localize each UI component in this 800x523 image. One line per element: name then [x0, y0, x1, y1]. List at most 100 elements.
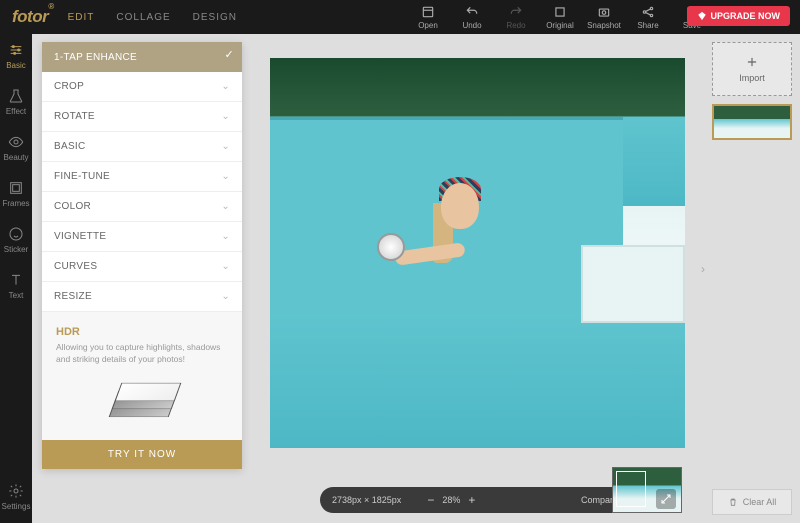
- tool-frames-label: Frames: [2, 199, 29, 208]
- zoom-level: 28%: [442, 495, 460, 505]
- tab-design[interactable]: DESIGN: [193, 12, 237, 23]
- tool-effect[interactable]: Effect: [0, 88, 32, 116]
- canvas-area[interactable]: [270, 58, 685, 448]
- basic-panel: 1-Tap Enhance Crop ⌄ Rotate ⌄ Basic ⌄ Fine-…: [42, 42, 242, 469]
- redo-label: Redo: [506, 21, 525, 30]
- text-icon: [8, 272, 24, 288]
- zoom-out-button[interactable]: −: [427, 493, 434, 507]
- tool-basic-label: Basic: [6, 61, 26, 70]
- expand-navigator-button[interactable]: [656, 489, 676, 509]
- import-label: Import: [739, 73, 765, 83]
- top-bar: fotor® EDIT COLLAGE DESIGN Open Undo Red…: [0, 0, 800, 34]
- tool-frames[interactable]: Frames: [0, 180, 32, 208]
- chevron-down-icon: ⌄: [221, 171, 230, 182]
- row-label: Basic: [54, 141, 86, 152]
- snapshot-button[interactable]: Snapshot: [583, 5, 625, 30]
- panel-resize[interactable]: Resize ⌄: [42, 282, 242, 312]
- undo-icon: [465, 5, 479, 19]
- flask-icon: [8, 88, 24, 104]
- chevron-down-icon: ⌄: [221, 231, 230, 242]
- undo-button[interactable]: Undo: [451, 5, 493, 30]
- edited-photo: [270, 58, 685, 448]
- row-label: Crop: [54, 81, 84, 92]
- undo-label: Undo: [462, 21, 481, 30]
- row-label: Vignette: [54, 231, 106, 242]
- hdr-layers-icon: [107, 374, 177, 424]
- tool-sticker-label: Sticker: [4, 245, 28, 254]
- row-label: Curves: [54, 261, 97, 272]
- upgrade-button[interactable]: UPGRADE NOW: [687, 6, 791, 26]
- row-label: Fine-Tune: [54, 171, 110, 182]
- row-label: 1-Tap Enhance: [54, 52, 137, 63]
- hdr-description: Allowing you to capture highlights, shad…: [56, 342, 228, 366]
- panel-vignette[interactable]: Vignette ⌄: [42, 222, 242, 252]
- tool-beauty[interactable]: Beauty: [0, 134, 32, 162]
- status-bar: 2738px × 1825px − 28% + Compare: [320, 487, 630, 513]
- clear-all-label: Clear All: [743, 497, 777, 507]
- snapshot-label: Snapshot: [587, 21, 621, 30]
- trash-icon: [728, 497, 738, 507]
- upgrade-label: UPGRADE NOW: [711, 11, 781, 21]
- panel-basic[interactable]: Basic ⌄: [42, 132, 242, 162]
- share-label: Share: [637, 21, 658, 30]
- chevron-down-icon: ⌄: [221, 261, 230, 272]
- panel-curves[interactable]: Curves ⌄: [42, 252, 242, 282]
- brand-text: fotor: [12, 7, 48, 26]
- panel-color[interactable]: Color⌄: [42, 192, 242, 222]
- viewport-box[interactable]: [616, 471, 646, 507]
- redo-button[interactable]: Redo: [495, 5, 537, 30]
- toolbar-icons: Open Undo Redo Original Snapshot Share S…: [407, 5, 713, 30]
- tab-edit[interactable]: EDIT: [68, 12, 95, 23]
- chevron-down-icon: ⌄: [221, 291, 230, 302]
- sliders-icon: [8, 42, 24, 58]
- eye-icon: [8, 134, 24, 150]
- left-toolbar: Basic Effect Beauty Frames Sticker Text …: [0, 34, 32, 523]
- right-panel: Import Clear All: [712, 42, 792, 515]
- open-button[interactable]: Open: [407, 5, 449, 30]
- tool-sticker[interactable]: Sticker: [0, 226, 32, 254]
- zoom-controls: − 28% +: [427, 493, 475, 507]
- tool-text[interactable]: Text: [0, 272, 32, 300]
- plus-icon: [745, 55, 759, 69]
- original-icon: [553, 5, 567, 19]
- share-icon: [641, 5, 655, 19]
- row-label: Resize: [54, 291, 92, 302]
- hdr-try-button[interactable]: TRY IT NOW: [42, 440, 242, 469]
- gear-icon: [8, 483, 24, 499]
- tool-beauty-label: Beauty: [4, 153, 29, 162]
- tool-basic[interactable]: Basic: [0, 42, 32, 70]
- import-button[interactable]: Import: [712, 42, 792, 96]
- original-label: Original: [546, 21, 574, 30]
- settings-label: Settings: [2, 502, 31, 511]
- brand-logo[interactable]: fotor®: [0, 7, 68, 27]
- expand-icon: [660, 493, 672, 505]
- row-label: Color: [54, 201, 91, 212]
- panel-crop[interactable]: Crop ⌄: [42, 72, 242, 102]
- sticker-icon: [8, 226, 24, 242]
- open-icon: [421, 5, 435, 19]
- redo-icon: [509, 5, 523, 19]
- diamond-icon: [697, 11, 707, 21]
- frame-icon: [8, 180, 24, 196]
- panel-rotate[interactable]: Rotate ⌄: [42, 102, 242, 132]
- share-button[interactable]: Share: [627, 5, 669, 30]
- clear-all-button[interactable]: Clear All: [712, 489, 792, 515]
- chevron-down-icon: ⌄: [221, 111, 230, 122]
- collapse-right-icon[interactable]: ›: [701, 262, 705, 276]
- row-label: Rotate: [54, 111, 95, 122]
- chevron-down-icon: ⌄: [221, 81, 230, 92]
- original-button[interactable]: Original: [539, 5, 581, 30]
- panel-finetune[interactable]: Fine-Tune ⌄: [42, 162, 242, 192]
- tab-collage[interactable]: COLLAGE: [116, 12, 170, 23]
- image-thumbnail[interactable]: [712, 104, 792, 140]
- tool-text-label: Text: [9, 291, 24, 300]
- hdr-title: HDR: [56, 326, 228, 338]
- zoom-in-button[interactable]: +: [468, 493, 475, 507]
- chevron-down-icon: ⌄: [221, 141, 230, 152]
- hdr-promo: HDR Allowing you to capture highlights, …: [42, 312, 242, 440]
- snapshot-icon: [597, 5, 611, 19]
- panel-1tap-enhance[interactable]: 1-Tap Enhance: [42, 42, 242, 72]
- mode-tabs: EDIT COLLAGE DESIGN: [68, 12, 237, 23]
- tool-settings[interactable]: Settings: [0, 483, 32, 511]
- image-dimensions: 2738px × 1825px: [332, 495, 401, 505]
